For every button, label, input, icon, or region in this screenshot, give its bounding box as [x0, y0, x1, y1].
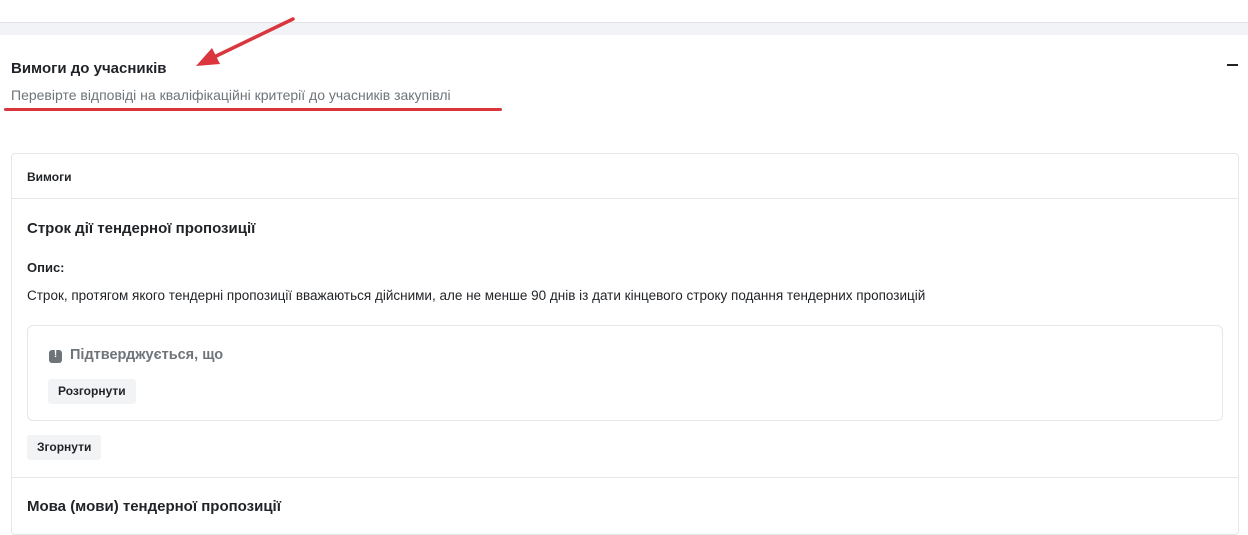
section-subtitle: Перевірте відповіді на кваліфікаційні кр…: [11, 87, 451, 103]
collapse-button[interactable]: Згорнути: [27, 435, 102, 460]
section-gap: [0, 23, 1248, 35]
warning-icon: [49, 349, 62, 363]
requirement-title: Строк дії тендерної пропозиції: [27, 220, 256, 237]
expand-button[interactable]: Розгорнути: [48, 379, 136, 404]
description-label: Опис:: [27, 260, 65, 275]
section-title: Вимоги до учасників: [11, 60, 167, 77]
requirements-card: Вимоги Строк дії тендерної пропозиції Оп…: [11, 153, 1239, 535]
card-header: Вимоги: [12, 154, 1238, 199]
description-text: Строк, протягом якого тендерні пропозиці…: [27, 288, 926, 303]
card-header-label: Вимоги: [27, 170, 72, 184]
next-requirement-title: Мова (мови) тендерної пропозиції: [27, 498, 281, 515]
divider: [12, 477, 1238, 478]
collapse-section-icon[interactable]: [1226, 57, 1240, 71]
confirmation-box: Підтверджується, що Розгорнути: [27, 325, 1223, 421]
requirements-section: Вимоги до учасників Перевірте відповіді …: [0, 35, 1248, 535]
top-bar: [0, 0, 1248, 23]
annotation-underline: [4, 108, 502, 111]
confirmation-text: Підтверджується, що: [70, 347, 224, 363]
